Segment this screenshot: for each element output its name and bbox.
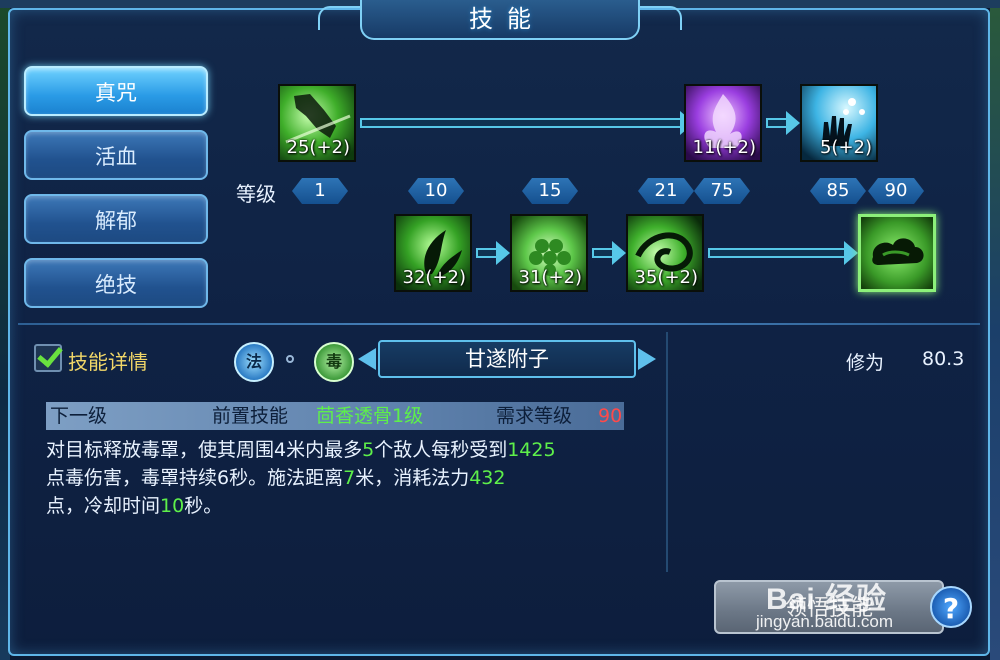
- skill-detail-label: 技能详情: [68, 350, 148, 374]
- skill-node-count: 5(+2): [819, 137, 872, 158]
- skill-name: 甘遂附子: [378, 340, 636, 378]
- skill-node-count: 31(+2): [518, 267, 582, 288]
- skill-node-count: 32(+2): [402, 267, 466, 288]
- separator-dot: [286, 355, 294, 363]
- tree-arrow: [708, 241, 858, 265]
- skill-tree: 25(+2) 11(+2) 5(+2) 等级 1 10 15 21 75 85 …: [220, 70, 980, 310]
- banner-right-ornament: [638, 348, 656, 370]
- desc-text: 点毒伤害，毒罩持续6秒。施法距离: [46, 467, 344, 489]
- banner-left-ornament: [358, 348, 376, 370]
- tab-huoxue[interactable]: 活血: [24, 130, 208, 180]
- level-marker: 15: [522, 178, 578, 204]
- required-level-value: 90: [598, 405, 623, 427]
- level-marker: 10: [408, 178, 464, 204]
- desc-value: 432: [469, 467, 506, 489]
- required-level-label: 需求等级: [496, 405, 573, 427]
- skill-node-2[interactable]: 11(+2): [684, 84, 762, 162]
- scene-edge-right: [990, 0, 1000, 660]
- skill-name-banner: 甘遂附子: [358, 338, 656, 382]
- skill-description: 对目标释放毒罩，使其周围4米内最多5个敌人每秒受到1425 点毒伤害，毒罩持续6秒…: [46, 436, 656, 520]
- level-marker: 85: [810, 178, 866, 204]
- level-marker: 21: [638, 178, 694, 204]
- skill-node-count: 35(+2): [634, 267, 698, 288]
- tab-jieyu[interactable]: 解郁: [24, 194, 208, 244]
- skill-node-3[interactable]: 5(+2): [800, 84, 878, 162]
- skill-node-5[interactable]: 31(+2): [510, 214, 588, 292]
- school-badge-icon: 法: [234, 342, 274, 382]
- desc-value: 7: [343, 467, 356, 489]
- skill-node-4[interactable]: 32(+2): [394, 214, 472, 292]
- help-button[interactable]: ?: [930, 586, 972, 628]
- next-level-label: 下一级: [50, 405, 108, 427]
- skill-node-1[interactable]: 25(+2): [278, 84, 356, 162]
- desc-text: 个敌人每秒受到: [374, 439, 508, 461]
- window-title: 技能: [469, 5, 545, 33]
- requirements-bar: 下一级 前置技能 茴香透骨1级 需求等级 90: [46, 402, 624, 430]
- level-marker: 1: [292, 178, 348, 204]
- skill-category-tabs: 真咒 活血 解郁 绝技: [24, 66, 208, 322]
- desc-text: 米，消耗法力: [355, 467, 470, 489]
- window-title-plate: 技能: [318, 0, 682, 40]
- desc-text: 点，冷却时间: [46, 495, 161, 517]
- tree-arrow: [592, 241, 626, 265]
- skill-node-6[interactable]: 35(+2): [626, 214, 704, 292]
- level-marker: 75: [694, 178, 750, 204]
- tab-jueji[interactable]: 绝技: [24, 258, 208, 308]
- skill-detail-checkbox[interactable]: [34, 344, 62, 372]
- skill-node-count: 25(+2): [286, 137, 350, 158]
- level-marker: 90: [868, 178, 924, 204]
- cultivation-label: 修为: [846, 352, 885, 374]
- desc-text: 秒。: [184, 495, 223, 517]
- desc-value: 5: [362, 439, 375, 461]
- poison-cloud-skill-icon: [872, 238, 924, 265]
- watermark-url: jingyan.baidu.com: [756, 612, 894, 631]
- cultivation-value: 80.3: [922, 348, 965, 370]
- tree-arrow: [360, 111, 694, 135]
- element-badge-icon: 毒: [314, 342, 354, 382]
- desc-value: 10: [160, 495, 185, 517]
- tab-zhenzhou[interactable]: 真咒: [24, 66, 208, 116]
- desc-text: 对目标释放毒罩，使其周围4米内最多: [46, 439, 363, 461]
- level-row-label: 等级: [236, 182, 276, 206]
- tree-arrow: [766, 111, 800, 135]
- section-divider: [18, 323, 980, 325]
- prereq-skill: 茴香透骨1级: [316, 405, 424, 427]
- skill-node-count: 11(+2): [692, 137, 756, 158]
- tree-arrow: [476, 241, 510, 265]
- desc-value: 1425: [507, 439, 556, 461]
- prereq-label: 前置技能: [212, 405, 289, 427]
- vertical-divider: [666, 332, 668, 572]
- skill-node-7-selected[interactable]: [858, 214, 936, 292]
